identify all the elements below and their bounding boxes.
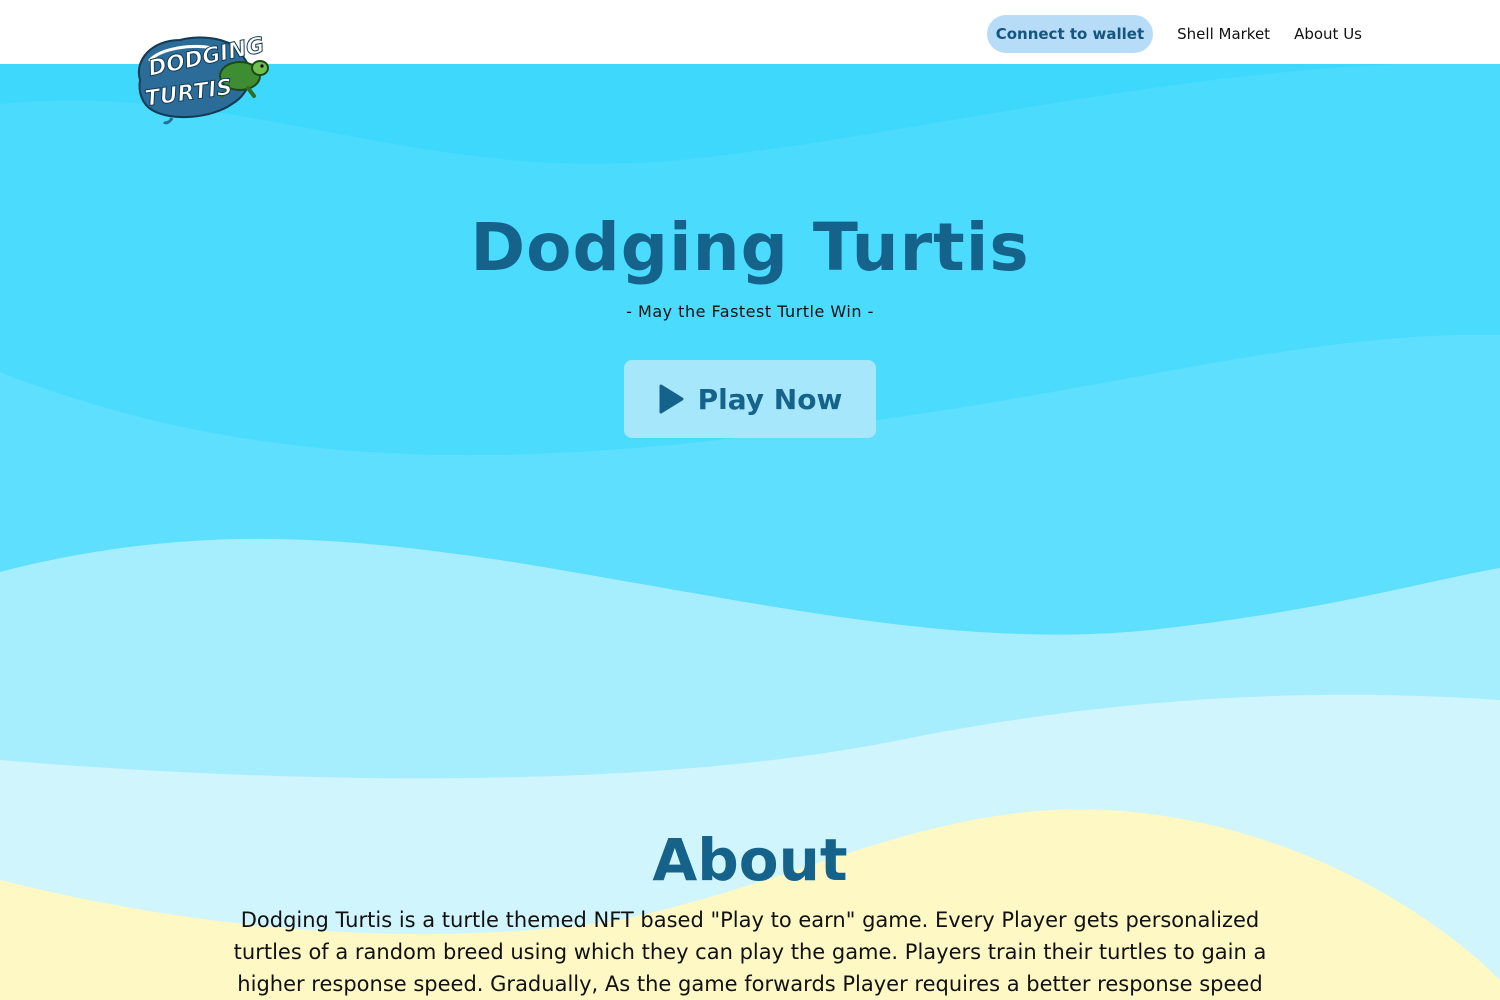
play-icon	[659, 384, 684, 414]
play-now-button[interactable]: Play Now	[624, 360, 876, 438]
hero-title: Dodging Turtis	[470, 209, 1030, 286]
play-now-label: Play Now	[697, 382, 843, 416]
nav-links: Connect to wallet Shell Market About Us	[986, 15, 1362, 53]
hero-section: Dodging Turtis - May the Fastest Turtle …	[0, 200, 1500, 321]
nav-link-shell-market[interactable]: Shell Market	[1177, 25, 1270, 43]
connect-wallet-button[interactable]: Connect to wallet	[986, 15, 1154, 53]
about-section: About Dodging Turtis is a turtle themed …	[0, 822, 1500, 1000]
page: Connect to wallet Shell Market About Us …	[0, 0, 1500, 1000]
about-description: Dodging Turtis is a turtle themed NFT ba…	[233, 908, 1267, 996]
dodging-turtis-logo[interactable]: DODGING TURTIS	[132, 30, 272, 126]
hero-tagline: - May the Fastest Turtle Win -	[626, 302, 874, 321]
about-title: About	[652, 826, 848, 894]
nav-link-about-us[interactable]: About Us	[1294, 25, 1362, 43]
